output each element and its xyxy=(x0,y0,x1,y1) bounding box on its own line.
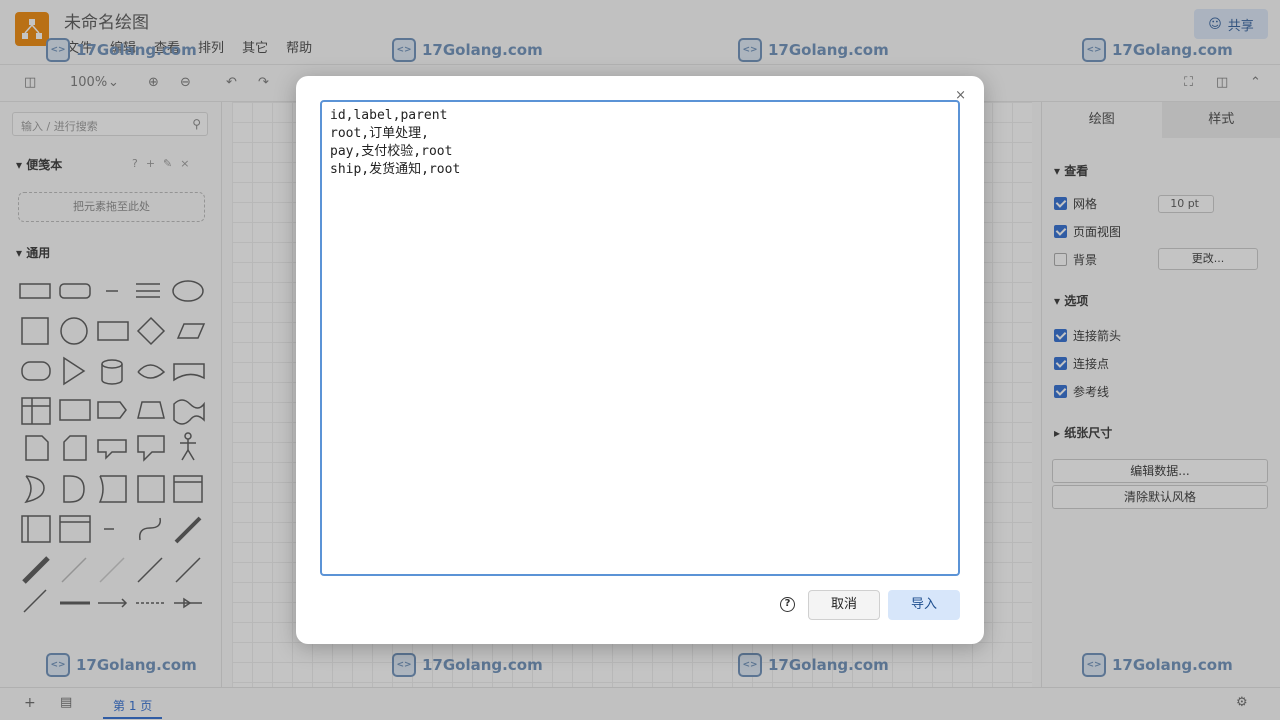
import-button[interactable]: 导入 xyxy=(888,590,960,620)
cancel-button[interactable]: 取消 xyxy=(808,590,880,620)
modal-overlay[interactable]: × id,label,parent root,订单处理, pay,支付校验,ro… xyxy=(0,0,1280,720)
app-window: 未命名绘图 文件 编辑 查看 排列 其它 帮助 ☺ 共享 ◫ 100% ⌄ ⊕ … xyxy=(0,0,1280,720)
csv-textarea[interactable]: id,label,parent root,订单处理, pay,支付校验,root… xyxy=(320,100,960,576)
import-csv-dialog: × id,label,parent root,订单处理, pay,支付校验,ro… xyxy=(296,76,984,644)
help-icon[interactable]: ? xyxy=(780,597,795,612)
